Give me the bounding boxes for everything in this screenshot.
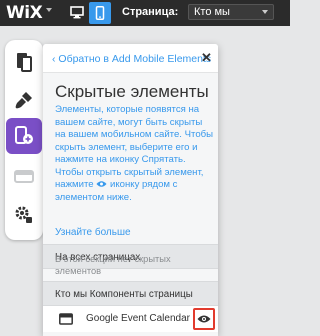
pages-icon: [17, 53, 32, 72]
page-label: Страница:: [122, 6, 179, 18]
wix-logo[interactable]: WiX: [6, 3, 43, 23]
learn-more-link[interactable]: Узнайте больше: [55, 227, 131, 238]
calendar-app-icon: [59, 313, 73, 325]
page-select[interactable]: Кто мы: [188, 4, 274, 20]
panel-title: Скрытые элементы: [55, 82, 209, 101]
rail-item-design[interactable]: [6, 82, 42, 118]
list-item[interactable]: Google Event Calendar: [43, 306, 218, 332]
mobile-view-button[interactable]: [89, 2, 111, 24]
rail-item-pages[interactable]: [6, 44, 42, 80]
close-icon[interactable]: ✕: [201, 50, 212, 66]
hidden-elements-panel: ‹ Обратно в Add Mobile Elements ✕ Скрыты…: [43, 44, 218, 336]
show-element-button[interactable]: [193, 308, 215, 330]
design-icon: [15, 92, 32, 109]
list-item-label: Google Event Calendar: [86, 313, 190, 324]
rail-item-settings[interactable]: [6, 196, 42, 232]
panel-header: ‹ Обратно в Add Mobile Elements ✕: [43, 44, 218, 73]
settings-icon: [15, 206, 32, 223]
back-link[interactable]: ‹ Обратно в Add Mobile Elements: [52, 53, 211, 65]
add-mobile-elements-icon: [15, 126, 33, 144]
section-page-components-label: Кто мы Компоненты страницы: [55, 289, 193, 300]
chevron-down-icon[interactable]: [46, 8, 52, 12]
desktop-icon: [70, 6, 84, 19]
panel-description: Элементы, которые появятся на вашем сайт…: [55, 104, 215, 204]
mobile-icon: [95, 6, 105, 20]
rail-item-add-mobile-elements[interactable]: [6, 118, 42, 154]
section-page-components: Кто мы Компоненты страницы: [43, 281, 218, 306]
left-rail: [5, 40, 43, 240]
top-bar: WiX Страница: Кто мы: [0, 0, 290, 26]
eye-icon: [197, 315, 211, 323]
empty-note: В этой секции нет скрытых элементов: [55, 254, 171, 276]
chevron-down-icon: [262, 10, 268, 14]
desktop-view-button[interactable]: [66, 2, 88, 24]
eye-icon: [96, 181, 107, 188]
page-select-value: Кто мы: [194, 6, 230, 18]
description-text: Элементы, которые появятся на вашем сайт…: [55, 104, 214, 190]
rail-item-app[interactable]: [6, 158, 42, 194]
app-icon: [14, 170, 34, 183]
